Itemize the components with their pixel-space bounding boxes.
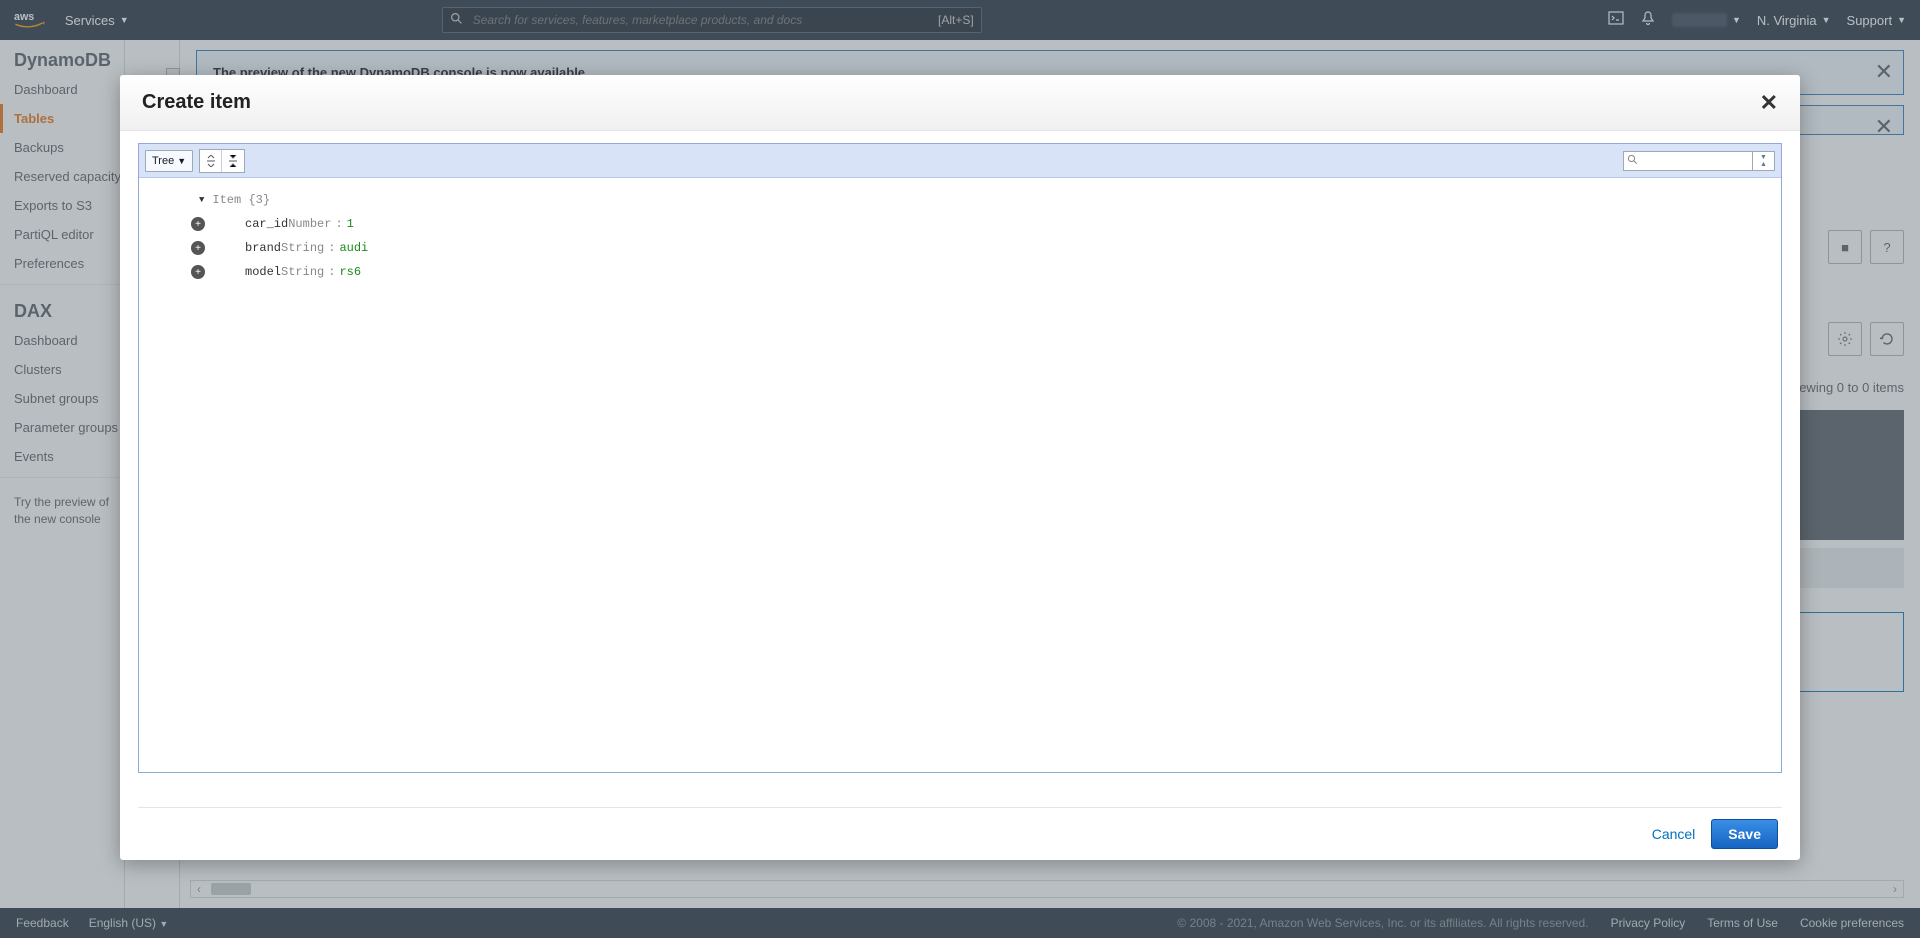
attribute-row[interactable]: + brand String: audi	[191, 236, 1765, 260]
view-mode-dropdown[interactable]: Tree ▼	[145, 150, 193, 172]
modal-header: Create item ✕	[120, 75, 1800, 131]
search-icon	[1627, 154, 1638, 168]
create-item-modal: Create item ✕ Tree ▼	[120, 75, 1800, 860]
expand-collapse-group	[199, 149, 245, 173]
attribute-name: model	[245, 265, 281, 279]
attribute-name: brand	[245, 241, 281, 255]
cancel-button[interactable]: Cancel	[1652, 826, 1696, 842]
attribute-colon: :	[328, 241, 335, 255]
attribute-type: String	[281, 265, 324, 279]
attribute-value[interactable]: audi	[339, 241, 368, 255]
modal-overlay: Create item ✕ Tree ▼	[0, 0, 1920, 938]
add-attribute-icon[interactable]: +	[191, 217, 205, 231]
attribute-name: car_id	[245, 217, 288, 231]
collapse-all-button[interactable]	[222, 150, 244, 172]
expand-all-button[interactable]	[200, 150, 222, 172]
modal-footer: Cancel Save	[120, 808, 1800, 860]
modal-body: Tree ▼	[120, 131, 1800, 807]
editor-content: ▼ Item {3} +car_id Number:1+brand String…	[139, 178, 1781, 772]
modal-title: Create item	[142, 91, 251, 114]
root-count: {3}	[248, 193, 270, 207]
attribute-value[interactable]: 1	[347, 217, 354, 231]
item-editor: Tree ▼	[138, 143, 1782, 773]
attribute-type: Number	[288, 217, 331, 231]
collapse-triangle-icon[interactable]: ▼	[199, 195, 204, 205]
add-attribute-icon[interactable]: +	[191, 265, 205, 279]
tree-root-row[interactable]: ▼ Item {3}	[199, 188, 1765, 212]
attribute-colon: :	[328, 265, 335, 279]
attribute-type: String	[281, 241, 324, 255]
attribute-value[interactable]: rs6	[339, 265, 361, 279]
attribute-row[interactable]: + car_id Number:1	[191, 212, 1765, 236]
editor-toolbar: Tree ▼	[139, 144, 1781, 178]
root-label: Item	[212, 193, 241, 207]
search-nav-arrows[interactable]: ▼▲	[1753, 151, 1775, 171]
caret-down-icon: ▼	[177, 156, 186, 166]
attribute-row[interactable]: + model String: rs6	[191, 260, 1765, 284]
modal-close-icon[interactable]: ✕	[1760, 90, 1778, 116]
save-button[interactable]: Save	[1711, 819, 1778, 849]
add-attribute-icon[interactable]: +	[191, 241, 205, 255]
attribute-colon: :	[335, 217, 342, 231]
editor-search-input[interactable]	[1623, 151, 1753, 171]
editor-search: ▼▲	[1623, 151, 1775, 171]
